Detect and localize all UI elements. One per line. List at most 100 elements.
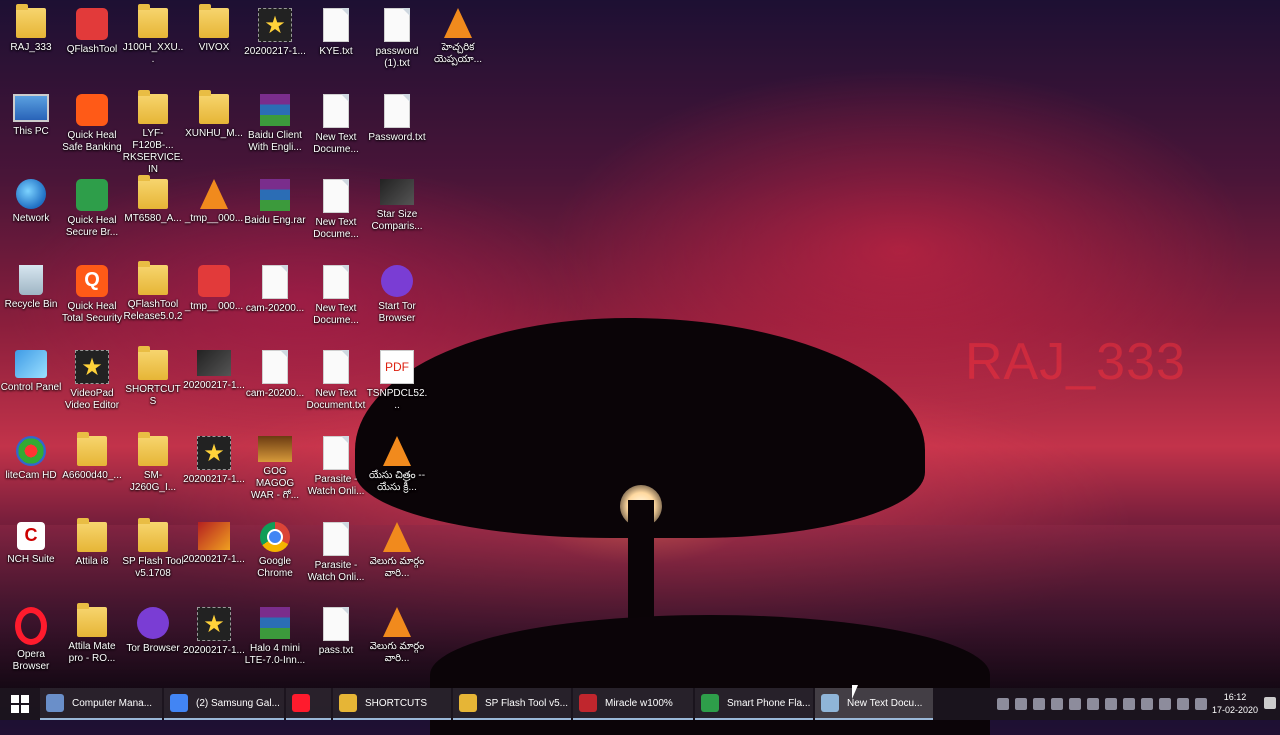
- litecam-icon: [16, 436, 46, 466]
- start-button[interactable]: [0, 688, 40, 720]
- desktop-icon[interactable]: Attila Mate pro - RO...: [61, 601, 123, 685]
- notepad-icon: [821, 694, 839, 712]
- desktop-icon[interactable]: వెలుగు మార్గం వారి...: [366, 601, 428, 685]
- desktop-icon[interactable]: KYE.txt: [305, 2, 367, 86]
- desktop-icon[interactable]: XUNHU_M...: [183, 88, 245, 172]
- computer-management-icon: [46, 694, 64, 712]
- desktop-icon-label: Google Chrome: [257, 555, 293, 579]
- tray-network-icon[interactable]: [1159, 698, 1171, 710]
- desktop-icon[interactable]: Q Quick Heal Total Security: [61, 259, 123, 343]
- desktop-icon[interactable]: Baidu Eng.rar: [244, 173, 306, 257]
- desktop-icon[interactable]: New Text Docume...: [305, 88, 367, 172]
- tray-app-icon[interactable]: [1051, 698, 1063, 710]
- control-panel-icon: [15, 350, 47, 379]
- desktop-icon[interactable]: యేసు చిత్రం -- యేసు క్రీ...: [366, 430, 428, 514]
- desktop-icon[interactable]: This PC: [0, 88, 62, 172]
- qflash-icon: [76, 8, 108, 40]
- tray-arrow-icon[interactable]: [997, 698, 1009, 710]
- desktop-icon[interactable]: QFlashTool Release5.0.2: [122, 259, 184, 343]
- desktop-icon[interactable]: హెచ్చరిక యెప్పయా...: [427, 2, 489, 86]
- taskbar-item[interactable]: New Text Docu...: [815, 688, 933, 720]
- taskbar-item[interactable]: SHORTCUTS: [333, 688, 451, 720]
- desktop-icon-label: This PC: [13, 125, 49, 137]
- taskbar-item[interactable]: [286, 688, 331, 720]
- tray-keyboard-icon[interactable]: [1195, 698, 1207, 710]
- tray-app-icon[interactable]: [1123, 698, 1135, 710]
- taskbar-item[interactable]: SP Flash Tool v5...: [453, 688, 571, 720]
- tray-app-icon[interactable]: [1015, 698, 1027, 710]
- desktop-icon[interactable]: Quick Heal Safe Banking: [61, 88, 123, 172]
- desktop-icon[interactable]: QFlashTool: [61, 2, 123, 86]
- desktop-icon[interactable]: SP Flash Tool v5.1708: [122, 516, 184, 600]
- desktop-icon[interactable]: LYF-F120B-... RKSERVICE.IN: [122, 88, 184, 175]
- desktop-icon[interactable]: Quick Heal Secure Br...: [61, 173, 123, 257]
- desktop-icon[interactable]: Control Panel: [0, 344, 62, 428]
- desktop-icon-label: హెచ్చరిక యెప్పయా...: [434, 42, 482, 65]
- opera-icon: [15, 607, 47, 646]
- desktop-icon[interactable]: వెలుగు మార్గం వారి...: [366, 516, 428, 600]
- tray-app-icon[interactable]: [1105, 698, 1117, 710]
- desktop-icon[interactable]: Star Size Comparis...: [366, 173, 428, 257]
- taskbar-item[interactable]: Miracle w100%: [573, 688, 693, 720]
- desktop-icon[interactable]: 20200217-1...: [183, 344, 245, 428]
- desktop-icon[interactable]: Network: [0, 173, 62, 257]
- taskbar-item[interactable]: Smart Phone Fla...: [695, 688, 813, 720]
- taskbar-item[interactable]: Computer Mana...: [40, 688, 162, 720]
- desktop-icon[interactable]: SM-J260G_I...: [122, 430, 184, 514]
- desktop-icon[interactable]: PDF TSNPDCL52...: [366, 344, 428, 428]
- taskbar-clock[interactable]: 16:12 17-02-2020: [1212, 691, 1258, 717]
- desktop-icon[interactable]: ★ VideoPad Video Editor: [61, 344, 123, 428]
- desktop-icon[interactable]: ★ 20200217-1...: [244, 2, 306, 86]
- desktop-icon[interactable]: _tmp__000...: [183, 259, 245, 343]
- desktop-icon[interactable]: Baidu Client With Engli...: [244, 88, 306, 172]
- photo-icon: [197, 350, 231, 377]
- desktop-icon[interactable]: Attila i8: [61, 516, 123, 600]
- desktop-icon[interactable]: password (1).txt: [366, 2, 428, 86]
- desktop-icon[interactable]: Parasite - Watch Onli...: [305, 516, 367, 600]
- desktop-icon[interactable]: Start Tor Browser: [366, 259, 428, 343]
- desktop-icon[interactable]: _tmp__000...: [183, 173, 245, 257]
- desktop-icon[interactable]: Google Chrome: [244, 516, 306, 600]
- desktop-icon[interactable]: A6600d40_...: [61, 430, 123, 514]
- desktop-icon-label: వెలుగు మార్గం వారి...: [369, 641, 425, 665]
- desktop-icon[interactable]: RAJ_333: [0, 2, 62, 86]
- tray-app-icon[interactable]: [1069, 698, 1081, 710]
- desktop-icon[interactable]: New Text Document.txt: [305, 344, 367, 428]
- desktop-icon[interactable]: Opera Browser: [0, 601, 62, 685]
- desktop-icon[interactable]: New Text Docume...: [305, 259, 367, 343]
- desktop-icon[interactable]: Recycle Bin: [0, 259, 62, 343]
- desktop-icon-label: Parasite - Watch Onli...: [307, 474, 365, 497]
- desktop-icon[interactable]: Parasite - Watch Onli...: [305, 430, 367, 514]
- taskbar-item-label: SHORTCUTS: [365, 697, 428, 709]
- desktop-icon[interactable]: ★ 20200217-1...: [183, 601, 245, 685]
- vlc-icon: [444, 8, 472, 38]
- desktop-icon[interactable]: VIVOX: [183, 2, 245, 86]
- desktop-icon[interactable]: MT6580_A...: [122, 173, 184, 257]
- desktop-icon[interactable]: Password.txt: [366, 88, 428, 172]
- taskbar-item[interactable]: (2) Samsung Gal...: [164, 688, 284, 720]
- desktop-icon[interactable]: cam-20200...: [244, 344, 306, 428]
- desktop-icon[interactable]: J100H_XXU...: [122, 2, 184, 86]
- folder-icon: [138, 89, 168, 124]
- system-tray[interactable]: [994, 688, 1210, 720]
- desktop-icon[interactable]: 20200217-1...: [183, 516, 245, 600]
- desktop-icon[interactable]: cam-20200...: [244, 259, 306, 343]
- tray-app-icon[interactable]: [1087, 698, 1099, 710]
- desktop-icon-label: MT6580_A...: [124, 213, 182, 225]
- tray-app-icon[interactable]: [1141, 698, 1153, 710]
- taskbar: Computer Mana... (2) Samsung Gal... SHORTC…: [0, 688, 1280, 720]
- desktop-icon[interactable]: C NCH Suite: [0, 516, 62, 600]
- desktop-icon[interactable]: SHORTCUTS: [122, 344, 184, 428]
- desktop-icon[interactable]: Tor Browser: [122, 601, 184, 685]
- desktop-icon[interactable]: liteCam HD: [0, 430, 62, 514]
- desktop-icon[interactable]: New Text Docume...: [305, 173, 367, 257]
- desktop-icon[interactable]: GOG MAGOG WAR - గో...: [244, 430, 306, 514]
- videopad-icon: ★: [75, 350, 109, 385]
- desktop-icon[interactable]: ★ 20200217-1...: [183, 430, 245, 514]
- desktop-icon[interactable]: pass.txt: [305, 601, 367, 685]
- folder-icon: [138, 346, 168, 381]
- tray-app-icon[interactable]: [1033, 698, 1045, 710]
- tray-volume-icon[interactable]: [1177, 698, 1189, 710]
- desktop-icon[interactable]: Halo 4 mini LTE-7.0-Inn...: [244, 601, 306, 685]
- action-center-icon[interactable]: [1264, 697, 1276, 709]
